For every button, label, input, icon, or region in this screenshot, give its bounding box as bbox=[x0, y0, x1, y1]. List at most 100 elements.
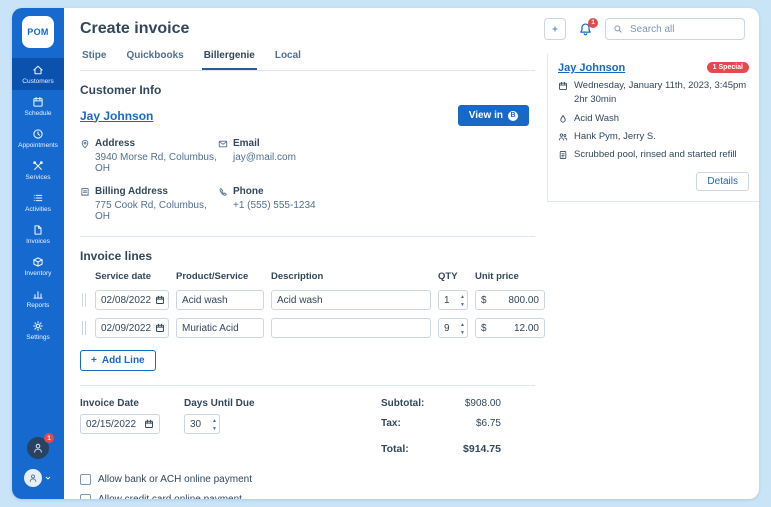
appointment-customer-link[interactable]: Jay Johnson bbox=[558, 62, 625, 74]
appointment-service-text: Acid Wash bbox=[574, 113, 619, 125]
section-divider bbox=[80, 236, 535, 237]
days-until-due-label: Days Until Due bbox=[184, 398, 255, 409]
special-badge: 1 Special bbox=[707, 62, 749, 73]
sidebar-item-activities[interactable]: Activities bbox=[12, 186, 64, 218]
tab-quickbooks[interactable]: Quickbooks bbox=[124, 46, 185, 70]
days-down-icon[interactable]: ▼ bbox=[212, 425, 217, 433]
people-icon bbox=[558, 132, 568, 142]
invoice-date-input[interactable]: 02/15/2022 bbox=[80, 414, 160, 434]
profile-menu[interactable] bbox=[24, 469, 52, 487]
days-up-icon[interactable]: ▲ bbox=[212, 417, 217, 425]
sidebar-item-services[interactable]: Services bbox=[12, 154, 64, 186]
qty-up-icon[interactable]: ▲ bbox=[460, 321, 465, 329]
global-search bbox=[605, 18, 745, 40]
appointment-note: Scrubbed pool, rinsed and started refill bbox=[558, 149, 749, 161]
calendar-icon bbox=[32, 96, 44, 108]
sidebar-item-schedule[interactable]: Schedule bbox=[12, 90, 64, 122]
search-input[interactable] bbox=[628, 23, 737, 36]
add-line-label: Add Line bbox=[102, 355, 145, 366]
col-unit-price: Unit price bbox=[475, 271, 545, 282]
customer-fields: Address 3940 Morse Rd, Columbus, OH Emai… bbox=[80, 138, 410, 222]
section-divider bbox=[80, 385, 535, 386]
drag-handle-icon[interactable] bbox=[82, 293, 86, 307]
service-date-input[interactable]: 02/09/2022 bbox=[95, 318, 169, 338]
app-logo[interactable]: POM bbox=[22, 16, 54, 48]
tab-billergenie[interactable]: Billergenie bbox=[202, 46, 257, 70]
product-service-input[interactable] bbox=[182, 295, 258, 306]
col-service-date: Service date bbox=[95, 271, 169, 282]
tab-local[interactable]: Local bbox=[273, 46, 303, 70]
customer-info-title: Customer Info bbox=[80, 83, 535, 97]
credit-card-payment-label: Allow credit card online payment bbox=[98, 494, 242, 499]
invoice-lines-title: Invoice lines bbox=[80, 249, 535, 263]
customer-name-link[interactable]: Jay Johnson bbox=[80, 109, 153, 123]
sidebar-item-invoices[interactable]: Invoices bbox=[12, 218, 64, 250]
days-until-due-field: Days Until Due ▲▼ bbox=[184, 398, 255, 464]
sidebar-item-customers[interactable]: Customers bbox=[12, 58, 64, 90]
product-service-field bbox=[176, 318, 264, 338]
credit-card-payment-checkbox-row[interactable]: Allow credit card online payment bbox=[80, 494, 535, 499]
qty-up-icon[interactable]: ▲ bbox=[460, 293, 465, 301]
sidebar-item-label: Activities bbox=[25, 206, 51, 213]
currency-symbol: $ bbox=[481, 295, 487, 306]
appointment-header: Jay Johnson 1 Special bbox=[558, 62, 749, 74]
appointment-technicians-text: Hank Pym, Jerry S. bbox=[574, 131, 656, 143]
location-icon bbox=[80, 139, 90, 149]
app-window: POM Customers Schedule Appointments Serv… bbox=[12, 8, 759, 499]
drag-handle-icon[interactable] bbox=[82, 321, 86, 335]
qty-stepper: ▲▼ bbox=[438, 290, 468, 310]
sidebar-item-label: Invoices bbox=[26, 238, 50, 245]
user-avatar bbox=[24, 469, 42, 487]
appointment-footer: Details bbox=[558, 172, 749, 191]
unit-price-value: 12.00 bbox=[514, 323, 539, 334]
service-date-value: 02/09/2022 bbox=[101, 323, 151, 334]
qty-stepper: ▲▼ bbox=[438, 318, 468, 338]
description-field bbox=[271, 290, 431, 310]
person-icon bbox=[28, 473, 38, 483]
appointment-service: Acid Wash bbox=[558, 113, 749, 125]
field-billing-address: Billing Address 775 Cook Rd, Columbus, O… bbox=[80, 186, 218, 222]
product-service-input[interactable] bbox=[182, 323, 258, 334]
field-value: 3940 Morse Rd, Columbus, OH bbox=[95, 152, 218, 174]
invoice-date-label: Invoice Date bbox=[80, 398, 160, 409]
page-title: Create invoice bbox=[80, 20, 189, 38]
add-line-button[interactable]: + Add Line bbox=[80, 350, 156, 371]
sidebar-item-settings[interactable]: Settings bbox=[12, 314, 64, 346]
days-until-due-input[interactable] bbox=[190, 419, 214, 430]
list-icon bbox=[32, 192, 44, 204]
ach-payment-checkbox-row[interactable]: Allow bank or ACH online payment bbox=[80, 474, 535, 485]
help-avatar[interactable]: 1 bbox=[27, 437, 49, 459]
view-in-button[interactable]: View in B bbox=[458, 105, 529, 126]
customer-header: Jay Johnson View in B bbox=[80, 105, 535, 126]
field-phone: Phone +1 (555) 555-1234 bbox=[218, 186, 410, 222]
tools-icon bbox=[32, 160, 44, 172]
details-button[interactable]: Details bbox=[696, 172, 749, 191]
email-icon bbox=[218, 139, 228, 149]
qty-down-icon[interactable]: ▼ bbox=[460, 329, 465, 337]
unit-price-field[interactable]: $ 12.00 bbox=[475, 318, 545, 338]
checkbox-icon[interactable] bbox=[80, 474, 91, 485]
checkbox-icon[interactable] bbox=[80, 494, 91, 499]
field-label: Email bbox=[233, 138, 260, 149]
unit-price-field[interactable]: $ 800.00 bbox=[475, 290, 545, 310]
sidebar-item-inventory[interactable]: Inventory bbox=[12, 250, 64, 282]
add-button[interactable] bbox=[544, 18, 566, 40]
subtotal-value: $908.00 bbox=[465, 398, 501, 409]
description-input[interactable] bbox=[277, 295, 425, 306]
sidebar-item-reports[interactable]: Reports bbox=[12, 282, 64, 314]
sidebar-item-appointments[interactable]: Appointments bbox=[12, 122, 64, 154]
tax-value: $6.75 bbox=[476, 418, 501, 429]
field-email: Email jay@mail.com bbox=[218, 138, 410, 174]
description-input[interactable] bbox=[277, 323, 425, 334]
appointment-duration: 2hr 30min bbox=[574, 94, 746, 106]
field-label: Phone bbox=[233, 186, 264, 197]
tab-stipe[interactable]: Stipe bbox=[80, 46, 108, 70]
field-address: Address 3940 Morse Rd, Columbus, OH bbox=[80, 138, 218, 174]
service-date-input[interactable]: 02/08/2022 bbox=[95, 290, 169, 310]
field-label: Billing Address bbox=[95, 186, 168, 197]
col-description: Description bbox=[271, 271, 431, 282]
qty-down-icon[interactable]: ▼ bbox=[460, 301, 465, 309]
box-icon bbox=[32, 256, 44, 268]
notifications-button[interactable]: 1 bbox=[578, 22, 593, 37]
plus-icon: + bbox=[91, 355, 97, 366]
